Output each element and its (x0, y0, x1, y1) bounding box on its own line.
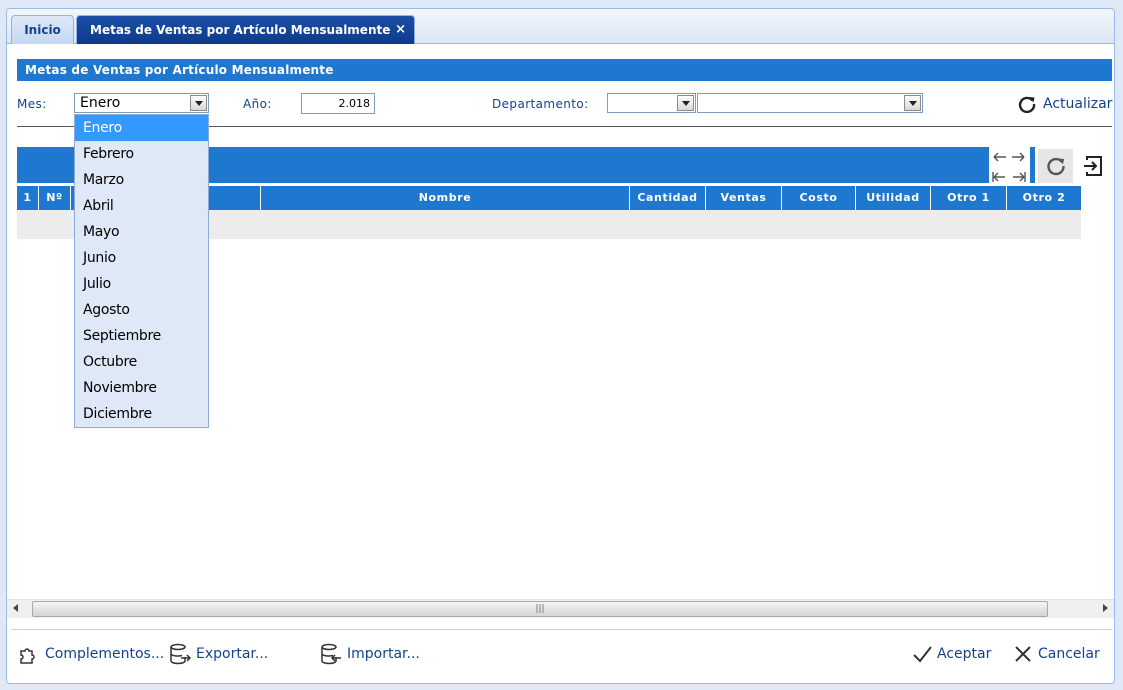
collapse-columns-icon[interactable] (991, 169, 1027, 185)
expand-columns-icon[interactable] (991, 149, 1027, 165)
anio-label: Año: (243, 97, 272, 111)
mes-label: Mes: (17, 97, 47, 111)
mes-option[interactable]: Diciembre (75, 401, 208, 427)
mes-option[interactable]: Marzo (75, 167, 208, 193)
mes-option[interactable]: Septiembre (75, 323, 208, 349)
importar-button[interactable]: Importar... (319, 639, 420, 669)
mes-option[interactable]: Abril (75, 193, 208, 219)
tab-metas-label: Metas de Ventas por Artículo Mensualment… (90, 23, 391, 37)
horizontal-scrollbar[interactable]: ||| (7, 599, 1114, 618)
tab-strip: Inicio Metas de Ventas por Artículo Mens… (7, 9, 1114, 44)
exportar-button[interactable]: Exportar... (168, 639, 268, 669)
departamento-label: Departamento: (492, 97, 589, 111)
column-resize-tools[interactable] (991, 149, 1027, 183)
scroll-left-icon[interactable] (13, 604, 18, 612)
aceptar-button[interactable]: Aceptar (911, 639, 991, 669)
chevron-down-icon[interactable] (677, 95, 694, 111)
chevron-down-icon[interactable] (904, 95, 921, 111)
mes-option[interactable]: Mayo (75, 219, 208, 245)
mes-select-value: Enero (80, 95, 121, 111)
column-header[interactable]: Utilidad (856, 186, 931, 210)
column-header[interactable]: Ventas (706, 186, 782, 210)
column-header[interactable]: Costo (782, 186, 856, 210)
mes-select[interactable]: Enero (74, 93, 209, 113)
actualizar-button[interactable]: Actualizar (1017, 93, 1112, 115)
panel-title: Metas de Ventas por Artículo Mensualment… (17, 59, 1112, 81)
importar-label: Importar... (347, 646, 420, 662)
complementos-button[interactable]: Complementos... (17, 639, 164, 669)
mes-option[interactable]: Octubre (75, 349, 208, 375)
mes-option[interactable]: Julio (75, 271, 208, 297)
refresh-icon (1046, 157, 1065, 176)
database-import-icon (321, 643, 341, 665)
refresh-icon (1018, 96, 1036, 114)
check-icon (913, 646, 932, 663)
grid-toolbar-divider (1030, 147, 1035, 183)
app-window: Inicio Metas de Ventas por Artículo Mens… (6, 8, 1115, 684)
tab-inicio[interactable]: Inicio (11, 15, 74, 44)
grid-refresh-button[interactable] (1038, 149, 1073, 183)
close-icon (1015, 646, 1031, 662)
mes-option[interactable]: Junio (75, 245, 208, 271)
tab-metas-ventas[interactable]: Metas de Ventas por Artículo Mensualment… (76, 15, 415, 44)
complementos-label: Complementos... (45, 646, 165, 662)
footer-separator (11, 629, 1112, 630)
mes-option[interactable]: Noviembre (75, 375, 208, 401)
mes-option[interactable]: Agosto (75, 297, 208, 323)
exit-icon (1084, 156, 1102, 176)
anio-input[interactable]: 2.018 (301, 93, 375, 114)
scrollbar-thumb[interactable]: ||| (32, 601, 1048, 617)
grid-exit-button[interactable] (1077, 149, 1109, 183)
column-header[interactable]: 1 (17, 186, 39, 210)
aceptar-label: Aceptar (937, 646, 992, 662)
actualizar-label: Actualizar (1043, 96, 1113, 112)
mes-option[interactable]: Febrero (75, 141, 208, 167)
column-header[interactable]: Nº (39, 186, 71, 210)
exportar-label: Exportar... (196, 646, 269, 662)
column-header[interactable]: Otro 2 (1007, 186, 1081, 210)
mes-option[interactable]: Enero (75, 115, 208, 141)
cancelar-label: Cancelar (1038, 646, 1100, 662)
mes-dropdown-list: Enero Febrero Marzo Abril Mayo Junio Jul… (74, 114, 209, 428)
cancelar-button[interactable]: Cancelar (1012, 639, 1100, 669)
departamento-select[interactable] (607, 93, 696, 113)
column-header[interactable]: Cantidad (630, 186, 706, 210)
puzzle-icon (20, 648, 35, 664)
close-tab-icon[interactable]: × (395, 16, 406, 44)
chevron-down-icon[interactable] (190, 95, 207, 111)
column-header[interactable]: Otro 1 (931, 186, 1007, 210)
departamento-subselect[interactable] (697, 93, 923, 113)
column-header[interactable]: Nombre (261, 186, 630, 210)
database-export-icon (170, 643, 192, 665)
scroll-right-icon[interactable] (1103, 604, 1108, 612)
